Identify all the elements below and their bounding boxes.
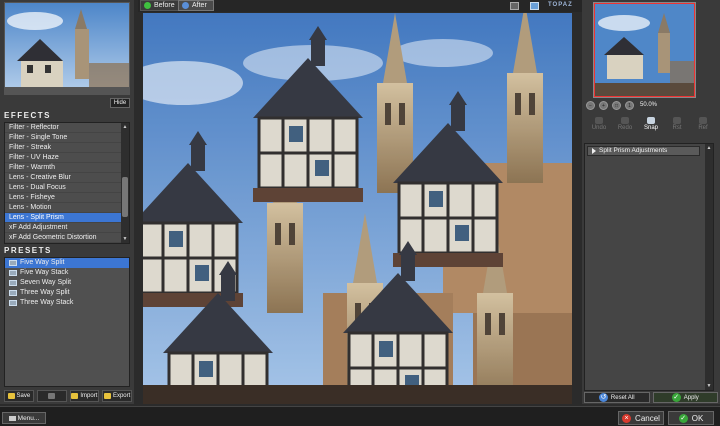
navigator-thumbnail[interactable] <box>593 2 696 98</box>
adjustments-scrollbar[interactable]: ▲ ▼ <box>705 144 713 390</box>
reset-all-button[interactable]: ↺ Reset All <box>584 392 650 403</box>
before-dot-icon <box>144 2 151 9</box>
export-icon <box>103 393 111 399</box>
effect-item[interactable]: Lens - Motion <box>5 203 129 213</box>
thumbnail-image <box>5 3 129 94</box>
presets-title: PRESETS <box>4 246 52 255</box>
import-button[interactable]: Import <box>69 390 100 402</box>
tab-after[interactable]: After <box>178 0 214 11</box>
scroll-down-icon[interactable]: ▼ <box>705 382 713 390</box>
effect-item[interactable]: xF Add Adjustment <box>5 223 129 233</box>
effect-item[interactable]: Filter - Single Tone <box>5 133 129 143</box>
zoom-level: 50.0% <box>640 102 658 108</box>
preset-item[interactable]: Five Way Stack <box>5 268 129 278</box>
cancel-button[interactable]: × Cancel <box>618 411 664 425</box>
expand-triangle-icon[interactable] <box>592 148 596 154</box>
zoom-controls: − + □ 1 50.0% <box>586 100 657 110</box>
effects-title: EFFECTS <box>4 111 51 120</box>
folder-icon <box>48 393 56 399</box>
snap-tool[interactable]: Snap <box>641 117 661 135</box>
scroll-thumb[interactable] <box>122 177 128 217</box>
adjustments-panel: Split Prism Adjustments ▲ ▼ <box>584 143 714 391</box>
preset-item[interactable]: Five Way Split <box>5 258 129 268</box>
right-panel: − + □ 1 50.0% Undo Redo Snap Rst Ref Spl… <box>582 0 720 404</box>
view-toolbar: Before After TOPAZ <box>138 0 582 12</box>
undo-tool[interactable]: Undo <box>589 117 609 135</box>
check-icon: ✓ <box>678 413 688 423</box>
reset-tool[interactable]: Rst <box>667 117 687 135</box>
image-canvas[interactable] <box>143 13 572 404</box>
close-icon: × <box>622 413 632 423</box>
preset-actions: Save Import Export <box>4 390 132 402</box>
effect-item[interactable]: Lens - Creative Blur <box>5 173 129 183</box>
reset-icon: ↺ <box>598 393 608 402</box>
scroll-up-icon[interactable]: ▲ <box>121 123 129 131</box>
preset-item[interactable]: Three Way Split <box>5 288 129 298</box>
status-bar: Menu... × Cancel ✓ OK <box>0 406 720 426</box>
brand-logo: TOPAZ <box>548 2 573 8</box>
preset-icon <box>9 260 17 266</box>
zoom-in-icon[interactable]: + <box>599 100 608 110</box>
effects-scrollbar[interactable]: ▲ ▼ <box>121 123 129 243</box>
effect-item[interactable]: Filter - Reflector <box>5 123 129 133</box>
save-icon <box>7 393 15 399</box>
tab-before[interactable]: Before <box>140 0 182 11</box>
menu-button[interactable]: Menu... <box>2 412 46 424</box>
zoom-fit-icon[interactable]: □ <box>612 100 621 110</box>
preset-label: Three Way Split <box>20 289 70 296</box>
effect-item[interactable]: Lens - Dual Focus <box>5 183 129 193</box>
apply-button[interactable]: ✓ Apply <box>652 392 718 403</box>
check-icon: ✓ <box>671 393 681 402</box>
wrench-icon <box>8 415 16 421</box>
effect-item[interactable]: Filter - Streak <box>5 143 129 153</box>
preview-image <box>143 13 572 404</box>
split-view-icon[interactable] <box>530 2 539 10</box>
undo-icon <box>595 117 603 124</box>
effect-item[interactable]: xF Add Geometric Distortion <box>5 233 129 243</box>
hide-button[interactable]: Hide <box>110 98 130 108</box>
preset-item[interactable]: Seven Way Split <box>5 278 129 288</box>
original-thumbnail <box>4 2 130 95</box>
save-button[interactable]: Save <box>4 390 34 402</box>
preset-icon <box>9 280 17 286</box>
blank-button[interactable] <box>36 390 67 402</box>
reference-tool[interactable]: Ref <box>693 117 713 135</box>
preset-icon <box>9 290 17 296</box>
snap-icon <box>647 117 655 124</box>
adjust-actions: ↺ Reset All ✓ Apply <box>584 392 718 403</box>
navigator-viewport-frame[interactable] <box>594 3 695 97</box>
zoom-out-icon[interactable]: − <box>586 100 595 110</box>
redo-icon <box>621 117 629 124</box>
preset-icon <box>9 270 17 276</box>
effects-list[interactable]: Filter - Reflector Filter - Single Tone Fi… <box>4 122 130 244</box>
tools-row: Undo Redo Snap Rst Ref <box>586 117 716 135</box>
preset-icon <box>9 300 17 306</box>
export-button[interactable]: Export <box>102 390 132 402</box>
effect-item[interactable]: Filter - Warmth <box>5 163 129 173</box>
reference-icon <box>699 117 707 124</box>
ok-button[interactable]: ✓ OK <box>668 411 714 425</box>
effect-item[interactable]: Lens - Split Prism <box>5 213 129 223</box>
preset-label: Seven Way Split <box>20 279 72 286</box>
reset-icon <box>673 117 681 124</box>
scroll-up-icon[interactable]: ▲ <box>705 144 713 152</box>
single-view-icon[interactable] <box>510 2 519 10</box>
import-icon <box>71 393 79 399</box>
left-panel: Hide EFFECTS Filter - Reflector Filter - … <box>0 0 134 404</box>
redo-tool[interactable]: Redo <box>615 117 635 135</box>
effect-item[interactable]: xF Add Grain <box>5 243 129 244</box>
after-dot-icon <box>182 2 189 9</box>
zoom-actual-icon[interactable]: 1 <box>625 100 634 110</box>
split-prism-adjustments-header[interactable]: Split Prism Adjustments <box>587 146 700 156</box>
effect-item[interactable]: Lens - Fisheye <box>5 193 129 203</box>
preset-item[interactable]: Three Way Stack <box>5 298 129 308</box>
scroll-down-icon[interactable]: ▼ <box>121 235 129 243</box>
presets-list[interactable]: Five Way Split Five Way Stack Seven Way Sp… <box>4 257 130 387</box>
preset-label: Five Way Split <box>20 259 65 266</box>
preset-label: Five Way Stack <box>20 269 69 276</box>
effect-item[interactable]: Filter - UV Haze <box>5 153 129 163</box>
preset-label: Three Way Stack <box>20 299 74 306</box>
